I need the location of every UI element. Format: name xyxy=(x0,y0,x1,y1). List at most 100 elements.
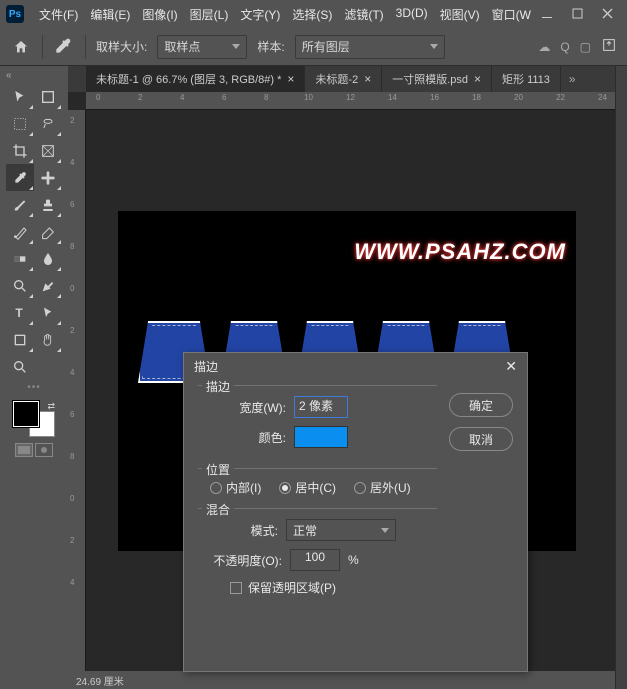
menu-type[interactable]: 文字(Y) xyxy=(235,2,285,27)
window-controls xyxy=(539,5,621,23)
pen-tool[interactable] xyxy=(34,272,62,299)
eyedropper-tool-icon[interactable] xyxy=(53,36,75,58)
mode-select[interactable]: 正常 xyxy=(286,519,396,541)
fieldset-position: 位置 内部(I) 居中(C) 居外(U) xyxy=(198,468,437,504)
ok-button[interactable]: 确定 xyxy=(449,393,513,417)
foreground-color[interactable] xyxy=(13,401,39,427)
tab-doc4[interactable]: 矩形 1113 xyxy=(492,66,561,92)
status-text: 24.69 厘米 xyxy=(76,673,124,688)
menu-image[interactable]: 图像(I) xyxy=(137,2,182,27)
status-bar: 24.69 厘米 xyxy=(68,671,615,689)
radio-inside[interactable]: 内部(I) xyxy=(210,479,261,496)
dodge-tool[interactable] xyxy=(6,272,34,299)
search-icon[interactable]: Q xyxy=(560,40,569,54)
menu-file[interactable]: 文件(F) xyxy=(34,2,83,27)
fieldset-blend-label: 混合 xyxy=(202,501,234,518)
marquee-tool[interactable] xyxy=(6,110,34,137)
preserve-transparency-checkbox[interactable]: 保留透明区域(P) xyxy=(202,579,433,596)
sample-size-select[interactable]: 取样点 xyxy=(157,35,247,59)
color-swatch-input[interactable] xyxy=(294,426,348,448)
heal-tool[interactable] xyxy=(34,164,62,191)
radio-center[interactable]: 居中(C) xyxy=(279,479,336,496)
app-icon: Ps xyxy=(6,5,24,23)
stamp-tool[interactable] xyxy=(34,191,62,218)
gradient-tool[interactable] xyxy=(6,245,34,272)
color-label: 颜色: xyxy=(232,429,286,446)
color-swatch[interactable]: ⇄ xyxy=(13,401,55,437)
watermark-text: WWW.PSAHZ.COM xyxy=(354,239,566,265)
divider xyxy=(42,35,43,59)
cloud-icon[interactable]: ☁ xyxy=(538,40,550,54)
tab-doc2-label: 未标题-2 xyxy=(315,71,358,87)
tool-overflow-icon[interactable]: ••• xyxy=(27,382,41,393)
opacity-label: 不透明度(O): xyxy=(202,552,282,569)
tab-doc1-label: 未标题-1 @ 66.7% (图层 3, RGB/8#) * xyxy=(96,71,281,87)
panel-collapse-icon[interactable]: « xyxy=(0,70,12,81)
brush-tool[interactable] xyxy=(6,191,34,218)
stroke-dialog: 描边 ✕ 描边 宽度(W): 2 像素 颜色: 位置 内部(I) 居中(C) xyxy=(183,352,528,672)
layout-icon[interactable]: ▢ xyxy=(580,40,591,54)
tool-grid: T xyxy=(6,83,62,380)
hand-tool[interactable] xyxy=(34,326,62,353)
menu-layer[interactable]: 图层(L) xyxy=(185,2,234,27)
tab-doc2[interactable]: 未标题-2 × xyxy=(305,66,382,92)
document-tabs: 未标题-1 @ 66.7% (图层 3, RGB/8#) * × 未标题-2 × 一… xyxy=(68,66,615,92)
path-select-tool[interactable] xyxy=(34,299,62,326)
menu-filter[interactable]: 滤镜(T) xyxy=(339,2,388,27)
blur-tool[interactable] xyxy=(34,245,62,272)
tab-close-icon[interactable]: × xyxy=(364,72,371,86)
shape-tool[interactable] xyxy=(6,326,34,353)
fieldset-blend: 混合 模式: 正常 不透明度(O): 100 % 保留透明区域(P) xyxy=(198,508,437,604)
right-panel-collapsed[interactable] xyxy=(615,66,627,689)
ruler-vertical: 2 4 6 8 0 2 4 6 8 0 2 4 xyxy=(68,110,86,671)
move-tool[interactable] xyxy=(6,83,34,110)
mode-label: 模式: xyxy=(232,522,278,539)
menu-edit[interactable]: 编辑(E) xyxy=(85,2,135,27)
radio-outside[interactable]: 居外(U) xyxy=(354,479,411,496)
sample-size-label: 取样大小: xyxy=(96,38,147,55)
tool-panel: « T ••• ⇄ xyxy=(0,66,68,689)
history-brush-tool[interactable] xyxy=(6,218,34,245)
home-button[interactable] xyxy=(10,36,32,58)
menu-window[interactable]: 窗口(W xyxy=(487,2,536,27)
tab-close-icon[interactable]: × xyxy=(287,72,294,86)
crop-tool[interactable] xyxy=(6,137,34,164)
sample-select[interactable]: 所有图层 xyxy=(295,35,445,59)
dialog-titlebar[interactable]: 描边 ✕ xyxy=(184,353,527,379)
eyedropper-tool[interactable] xyxy=(6,164,34,191)
quick-mask-button[interactable] xyxy=(35,443,53,457)
tab-doc4-label: 矩形 1113 xyxy=(502,71,550,87)
dialog-close-button[interactable]: ✕ xyxy=(505,358,517,375)
standard-mode-button[interactable] xyxy=(15,443,33,457)
cancel-button[interactable]: 取消 xyxy=(449,427,513,451)
maximize-button[interactable] xyxy=(569,5,587,23)
tab-close-icon[interactable]: × xyxy=(474,72,481,86)
tab-doc3-label: 一寸照模版.psd xyxy=(392,71,468,87)
opacity-input[interactable]: 100 xyxy=(290,549,340,571)
opacity-suffix: % xyxy=(348,553,359,567)
width-input[interactable]: 2 像素 xyxy=(294,396,348,418)
zoom-tool[interactable] xyxy=(6,353,34,380)
tab-overflow-icon[interactable]: » xyxy=(561,66,584,92)
fieldset-stroke-label: 描边 xyxy=(202,378,234,395)
menu-view[interactable]: 视图(V) xyxy=(435,2,485,27)
share-button[interactable] xyxy=(601,37,617,56)
dialog-title: 描边 xyxy=(194,358,218,375)
tab-doc3[interactable]: 一寸照模版.psd × xyxy=(382,66,492,92)
minimize-button[interactable] xyxy=(539,5,557,23)
frame-tool[interactable] xyxy=(34,137,62,164)
mask-mode-buttons xyxy=(15,443,53,457)
type-tool[interactable]: T xyxy=(6,299,34,326)
fieldset-position-label: 位置 xyxy=(202,461,234,478)
width-label: 宽度(W): xyxy=(232,399,286,416)
sample-label: 样本: xyxy=(257,38,284,55)
menu-3d[interactable]: 3D(D) xyxy=(391,2,433,27)
eraser-tool[interactable] xyxy=(34,218,62,245)
options-bar: 取样大小: 取样点 样本: 所有图层 ☁ Q ▢ xyxy=(0,28,627,66)
fieldset-stroke: 描边 宽度(W): 2 像素 颜色: xyxy=(198,385,437,464)
tab-doc1[interactable]: 未标题-1 @ 66.7% (图层 3, RGB/8#) * × xyxy=(86,66,305,92)
lasso-tool[interactable] xyxy=(34,110,62,137)
artboard-tool[interactable] xyxy=(34,83,62,110)
menu-select[interactable]: 选择(S) xyxy=(287,2,337,27)
close-button[interactable] xyxy=(599,5,617,23)
